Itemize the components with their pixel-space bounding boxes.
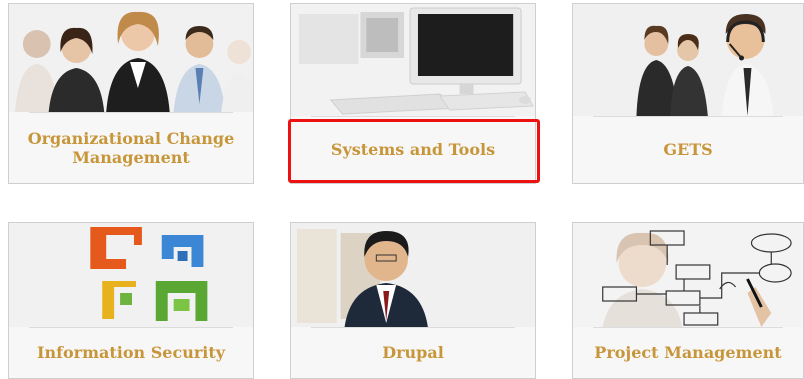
flowchart-drawing-icon (573, 223, 803, 327)
office-logo-icon (9, 223, 253, 327)
call-center-agents-icon (573, 4, 803, 116)
tile-label: Systems and Tools (330, 140, 496, 159)
business-people-group-icon (9, 4, 253, 112)
smiling-businessman-icon (291, 223, 535, 327)
tile-project-management[interactable]: Project Management (572, 222, 804, 379)
tile-information-security[interactable]: Information Security (8, 222, 254, 379)
tile-organizational-change-management[interactable]: Organizational Change Management (8, 3, 254, 184)
tile-label: Project Management (594, 343, 782, 362)
tile-drupal[interactable]: Drupal (290, 222, 536, 379)
tile-label: Information Security (36, 343, 226, 362)
computer-workstation-icon (291, 4, 535, 116)
tile-label: Organizational Change Management (27, 128, 235, 167)
tile-gets[interactable]: GETS (572, 3, 804, 184)
tile-systems-and-tools[interactable]: Systems and Tools (290, 3, 536, 184)
tile-label: GETS (663, 140, 713, 159)
tile-label: Drupal (382, 343, 444, 362)
